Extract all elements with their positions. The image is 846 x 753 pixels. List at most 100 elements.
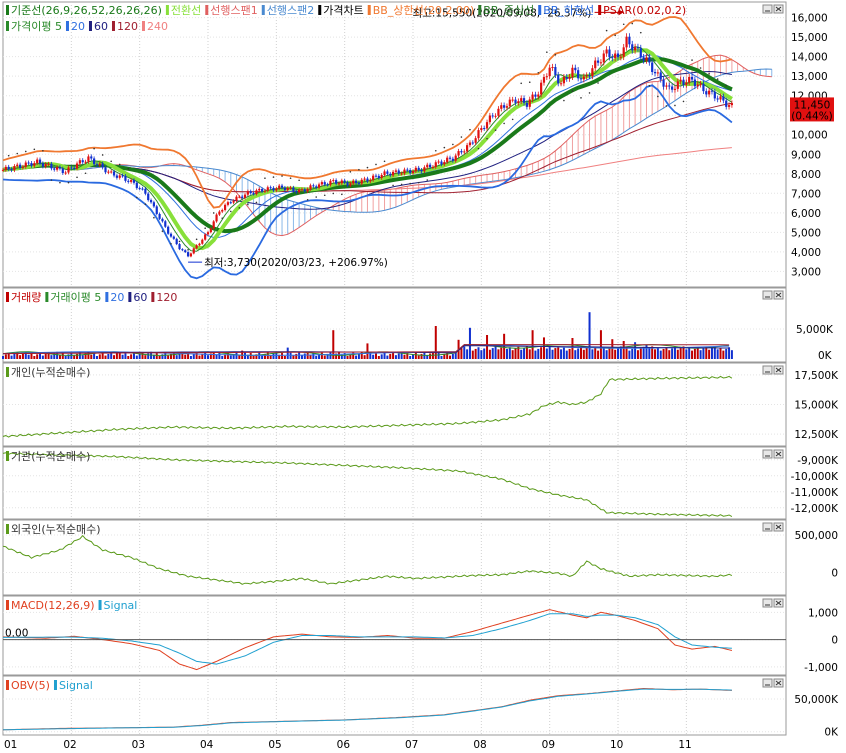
volume-bar: [591, 349, 594, 359]
candle-body: [568, 76, 571, 79]
legend-swatch: [141, 21, 145, 31]
y-tick-label: 500,000: [795, 530, 838, 542]
candle-body: [27, 162, 30, 164]
volume-bar: [682, 346, 685, 359]
volume-bar: [585, 348, 588, 359]
psar-dot: [460, 136, 463, 138]
legend-label: PSAR(0.02,0.2): [603, 4, 686, 17]
volume-bar: [10, 355, 13, 359]
volume-bar: [377, 356, 380, 359]
candle-body: [534, 94, 537, 97]
volume-bar: [551, 349, 554, 359]
candle-body: [1, 169, 5, 171]
psar-dot: [469, 128, 471, 131]
candle-body: [152, 202, 156, 207]
panel-title: 기관(누적순매수): [11, 450, 90, 463]
candle-body: [403, 169, 406, 174]
candle-body: [289, 187, 292, 189]
volume-bar: [21, 353, 24, 359]
candle-body: [483, 128, 486, 130]
candle-body: [337, 183, 341, 185]
volume-bar: [548, 346, 551, 359]
volume-bar: [33, 356, 36, 359]
volume-bar: [602, 347, 605, 359]
volume-bar: [449, 355, 452, 359]
psar-dot: [272, 176, 275, 178]
candle-body: [229, 202, 232, 204]
panel-title: OBV(5): [11, 679, 50, 692]
legend-label: BB_중심선: [483, 4, 534, 17]
volume-bar: [127, 356, 130, 359]
minimize-button[interactable]: [762, 522, 773, 532]
candle-body: [642, 57, 645, 61]
volume-bar: [303, 353, 306, 359]
panel-title: 외국인(누적순매수): [11, 523, 101, 536]
psar-dot: [708, 72, 710, 75]
candle-body: [685, 82, 688, 85]
psar-dot: [417, 181, 420, 184]
candle-body: [488, 115, 491, 123]
x-tick-label: 03: [132, 739, 145, 751]
psar-dot: [614, 34, 616, 37]
psar-dot: [546, 51, 548, 53]
candle-body: [266, 187, 269, 191]
candle-body: [269, 187, 272, 189]
x-tick-label: 07: [405, 739, 418, 751]
psar-dot: [392, 184, 394, 187]
candle-body: [693, 79, 696, 87]
volume-bar: [730, 350, 733, 359]
minimize-button[interactable]: [762, 598, 773, 608]
candle-body: [47, 163, 50, 165]
psar-dot: [16, 152, 19, 155]
y-tick-label: 1,000: [808, 607, 838, 619]
minimize-button[interactable]: [762, 365, 773, 375]
minimize-button[interactable]: [762, 4, 773, 14]
candle-body: [4, 166, 7, 170]
y-tick-label: 0K: [824, 727, 839, 739]
y-tick-label: 7,000: [791, 188, 821, 200]
candle-body: [633, 47, 637, 51]
low-annotation: 최저:3,730(2020/03/23, +206.97%): [204, 257, 388, 269]
volume-bar: [397, 353, 400, 359]
candle-body: [104, 167, 107, 173]
candle-body: [70, 167, 73, 169]
legend-label: 60: [94, 20, 108, 33]
psar-dot: [349, 171, 352, 173]
candle-body: [61, 168, 64, 174]
candle-body: [440, 161, 443, 165]
minimize-button[interactable]: [762, 290, 773, 300]
psar-dot: [375, 163, 377, 166]
x-tick-label: 04: [200, 739, 214, 751]
candle-body: [648, 57, 651, 63]
psar-dot: [212, 212, 215, 214]
psar-dot: [332, 192, 335, 195]
volume-bar: [437, 353, 440, 359]
psar-dot: [238, 207, 241, 209]
volume-bar: [44, 353, 47, 359]
legend-swatch: [6, 5, 9, 15]
volume-bar: [144, 355, 147, 359]
panel-title: 개인(누적순매수): [11, 366, 90, 379]
minimize-button[interactable]: [762, 678, 773, 688]
candle-body: [682, 79, 685, 85]
legend-swatch: [6, 292, 9, 302]
volume-bar: [281, 353, 284, 359]
y-tick-label: -11,000K: [791, 487, 840, 499]
candle-body: [625, 36, 628, 48]
candle-body: [121, 175, 124, 177]
volume-bar: [315, 356, 318, 359]
candle-body: [448, 157, 452, 159]
candle-body: [434, 162, 437, 167]
legend-swatch: [6, 600, 9, 610]
volume-bar: [392, 352, 395, 359]
candle-body: [636, 47, 640, 49]
candle-body: [639, 48, 642, 58]
y-tick-label: 3,000: [791, 266, 821, 278]
candle-body: [84, 161, 87, 163]
candle-body: [158, 213, 161, 219]
volume-bar: [229, 355, 232, 359]
candle-body: [485, 122, 489, 129]
candle-body: [651, 62, 654, 73]
volume-bar: [252, 356, 255, 359]
minimize-button[interactable]: [762, 449, 773, 459]
